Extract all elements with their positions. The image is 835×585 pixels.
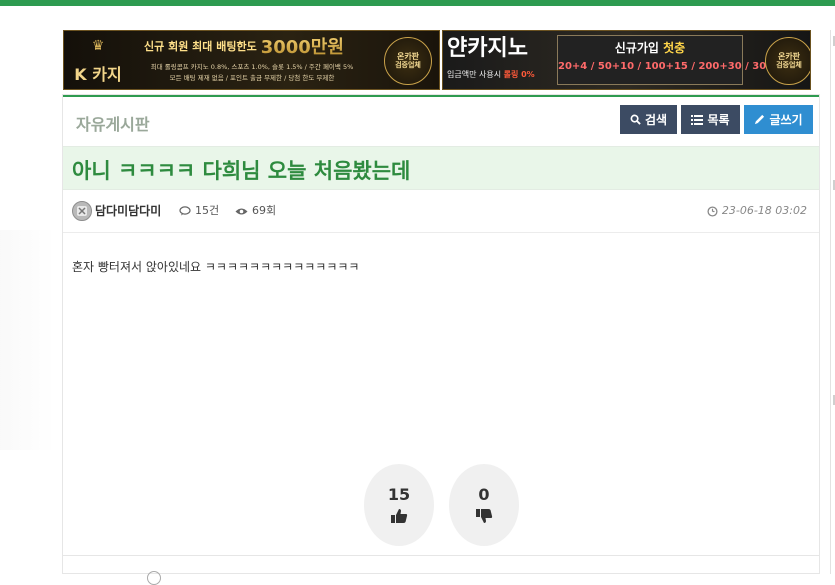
note-prefix: 입금액만 사용시 (447, 70, 502, 79)
comment-count-text: 15건 (195, 204, 220, 217)
board-name[interactable]: 자유게시판 (76, 111, 150, 135)
verified-badge: 온카판 검증업체 (384, 37, 432, 85)
banner-subline-2: 모든 배팅 제재 없음 / 포인트 출금 무제한 / 당첨 한도 무제한 (169, 74, 335, 82)
dislike-button[interactable]: 0 (449, 464, 519, 546)
comment-icon (179, 206, 191, 216)
promo-title-highlight: 첫충 (663, 41, 686, 55)
badge-top-text: 온카판 (396, 52, 420, 61)
banner-subline-1: 최대 롤링콤프 카지노 0.8%, 스포츠 1.0%, 슬롯 1.5% / 주간… (150, 63, 354, 71)
clock-icon (707, 205, 718, 217)
dislike-count: 0 (478, 485, 490, 504)
post-meta-bar (63, 191, 819, 233)
avatar[interactable] (72, 201, 92, 221)
verified-badge: 온카판 검증업체 (765, 37, 810, 85)
post-author[interactable]: 담다미담다미 (95, 201, 161, 221)
eye-icon (235, 208, 248, 214)
banner-headline: 신규 회원 최대 배팅한도 3000만원 (144, 33, 364, 59)
post-title-band: 아니 ㅋㅋㅋㅋ 다희님 오늘 처음봤는데 (63, 146, 819, 190)
banner-k-casino[interactable]: ♛ K 카지노 신규 회원 최대 배팅한도 3000만원 최대 롤링콤프 카지노… (63, 30, 440, 90)
badge-bottom-text: 검증업체 (395, 61, 421, 69)
banner-headline-amount: 3000만원 (261, 33, 344, 59)
write-button[interactable]: 글쓰기 (744, 105, 813, 134)
comment-count: 15건 (179, 201, 219, 221)
like-button[interactable]: 15 (364, 464, 434, 546)
write-button-label: 글쓰기 (769, 113, 803, 127)
avatar-placeholder-icon (77, 206, 87, 216)
list-button-label: 목록 (707, 113, 730, 127)
yan-casino-note: 입금액만 사용시 롤링 0% (447, 69, 555, 80)
post-date: 23-06-18 03:02 (707, 201, 807, 221)
k-casino-logo: ♛ K 카지노 (68, 38, 128, 89)
right-divider (830, 30, 831, 574)
k-casino-brand: K 카지노 (74, 65, 122, 84)
banner-headline-text: 신규 회원 최대 배팅한도 (144, 40, 257, 53)
banner-yan-casino[interactable]: 얀카지노 입금액만 사용시 롤링 0% 신규가입 첫충 20+4 / 50+10… (442, 30, 811, 90)
view-count-text: 69회 (252, 204, 277, 217)
yan-casino-brand: 얀카지노 (447, 36, 528, 61)
comment-section-icon (147, 571, 161, 585)
promo-title-text: 신규가입 (614, 41, 659, 55)
page-background-shadow (0, 230, 55, 450)
panel-bottom-divider (63, 555, 819, 556)
like-count: 15 (387, 485, 411, 504)
search-button[interactable]: 검색 (620, 105, 677, 134)
badge-top-text: 온카판 (777, 52, 801, 61)
promo-box: 신규가입 첫충 20+4 / 50+10 / 100+15 / 200+30 /… (557, 35, 796, 85)
promo-rates: 20+4 / 50+10 / 100+15 / 200+30 / 300+40 (558, 61, 796, 72)
note-highlight: 롤링 0% (503, 70, 535, 79)
yan-casino-brand-block: 얀카지노 입금액만 사용시 롤링 0% (447, 35, 555, 80)
thumbs-down-icon (476, 509, 493, 523)
view-count: 69회 (235, 201, 276, 221)
crown-icon: ♛ (91, 38, 105, 54)
post-title: 아니 ㅋㅋㅋㅋ 다희님 오늘 처음봤는데 (72, 159, 411, 183)
badge-bottom-text: 검증업체 (776, 61, 802, 69)
search-button-label: 검색 (644, 113, 668, 127)
post-date-text: 23-06-18 03:02 (721, 204, 807, 217)
list-button[interactable]: 목록 (681, 105, 740, 134)
thumbs-up-icon (391, 509, 408, 523)
post-body: 혼자 빵터져서 앉아있네요 ㅋㅋㅋㅋㅋㅋㅋㅋㅋㅋㅋㅋㅋㅋ (72, 260, 360, 274)
promo-title: 신규가입 첫충 (558, 39, 742, 56)
panel-accent-line (63, 95, 819, 97)
post-panel: 자유게시판 검색 목록 글쓰기 아니 ㅋㅋㅋㅋ 다희님 오늘 처음봤는데 담다미… (62, 94, 820, 585)
pencil-icon (755, 114, 765, 125)
top-accent-bar (0, 0, 835, 6)
list-icon (691, 114, 704, 125)
search-icon (630, 114, 641, 125)
